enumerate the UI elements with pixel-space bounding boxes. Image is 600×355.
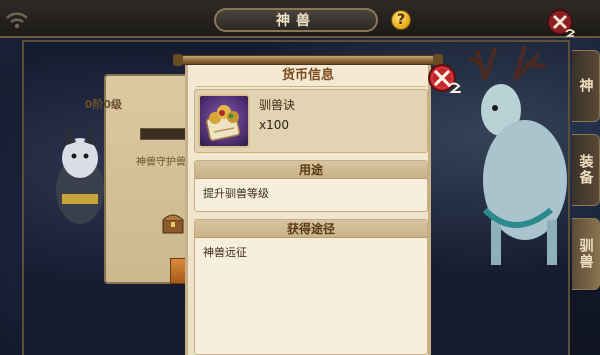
source-section: 获得途径 神兽远征 — [194, 219, 428, 355]
beast-level-text: 0阶0级 — [84, 98, 122, 111]
usage-heading: 用途 — [195, 161, 427, 179]
item-name: 驯兽诀 — [259, 98, 296, 112]
chest-icon — [162, 214, 184, 234]
scroll-item-icon — [198, 94, 250, 148]
husky-beast-figure — [56, 124, 104, 224]
wifi-icon — [6, 12, 28, 29]
beast-exp-bar — [140, 128, 188, 140]
tab-taming[interactable]: 驯兽 — [572, 218, 600, 290]
title-divider — [196, 86, 426, 87]
help-icon[interactable]: ? — [391, 10, 411, 30]
tab-equipment[interactable]: 装备 — [572, 134, 600, 206]
usage-section: 用途 提升驯兽等级 — [194, 160, 428, 212]
item-count: x100 — [259, 118, 290, 132]
page-title: 神兽 — [214, 8, 378, 32]
dialog-title: 货币信息 — [281, 68, 334, 83]
usage-text: 提升驯兽等级 — [203, 187, 269, 200]
stag-beast-figure — [468, 45, 567, 265]
tab-beast[interactable]: 神 — [572, 50, 600, 122]
beast-guardian-text: 神兽守护兽 — [136, 157, 186, 168]
dialog-close-icon[interactable] — [425, 62, 463, 96]
side-tab-bar: 神 装备 驯兽 — [572, 42, 600, 302]
close-icon[interactable] — [546, 8, 576, 38]
source-heading: 获得途径 — [195, 220, 427, 238]
source-text: 神兽远征 — [203, 246, 247, 259]
scroll-rod — [173, 54, 443, 66]
